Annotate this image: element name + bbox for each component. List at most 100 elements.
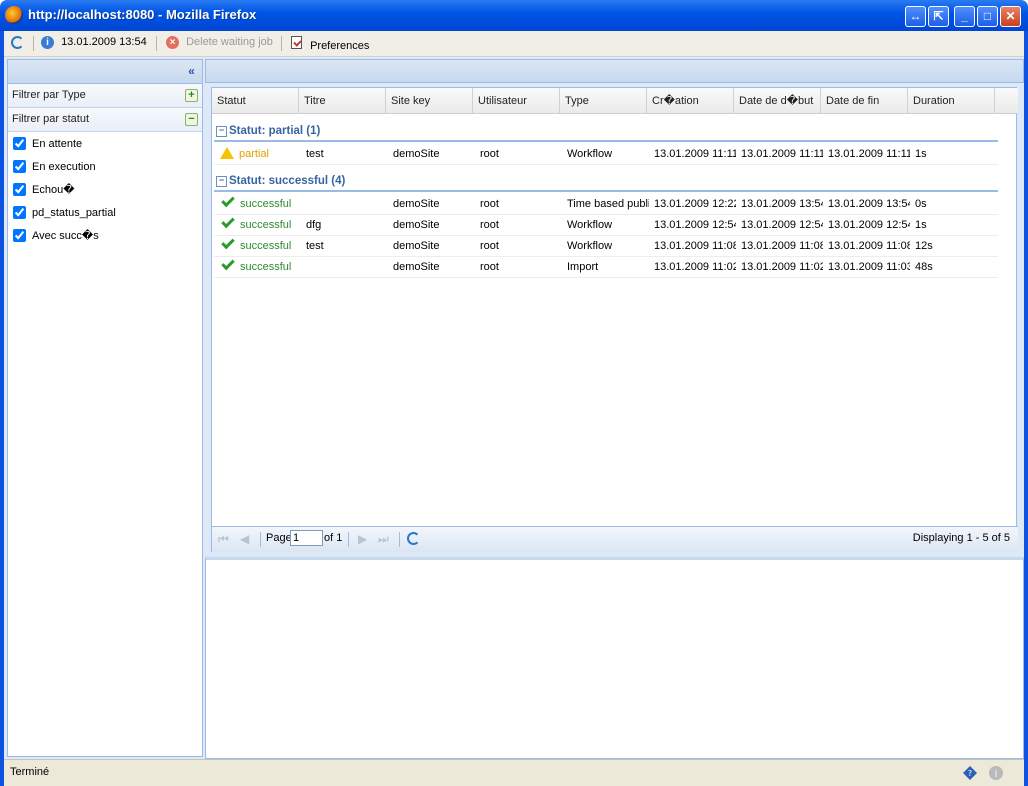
col-header-type[interactable]: Type (560, 88, 647, 114)
status-cell: successful (214, 194, 301, 215)
creation-cell: 13.01.2009 11:11 (654, 148, 736, 160)
site-cell: demoSite (393, 240, 440, 252)
status-cell: successful (214, 236, 301, 257)
status-cell: successful (214, 257, 301, 278)
filter-by-type-header[interactable]: Filtrer par Type + (8, 84, 202, 108)
paging-display-text: Displaying 1 - 5 of 5 (912, 532, 1010, 544)
close-button[interactable]: ✕ (1000, 6, 1021, 27)
window-titlebar: http://localhost:8080 - Mozilla Firefox … (0, 0, 1028, 31)
page-number-input[interactable] (290, 530, 323, 546)
svg-text:?: ? (968, 769, 972, 778)
duration-cell: 1s (915, 148, 927, 160)
status-checkbox-echoue[interactable] (13, 183, 26, 196)
browser-statusbar: Terminé ? i (4, 759, 1024, 786)
filter-panel-header: « (8, 60, 202, 84)
col-header-duration[interactable]: Duration (908, 88, 995, 114)
titre-cell (301, 194, 388, 215)
fin-cell: 13.01.2009 11:11 (828, 148, 910, 160)
status-label: Echou� (32, 184, 75, 196)
maximize-button[interactable]: □ (977, 6, 998, 27)
check-icon (221, 257, 235, 271)
info-disabled-icon: i (988, 765, 1004, 781)
status-checkbox-en-attente[interactable] (13, 137, 26, 150)
user-cell: root (480, 261, 499, 273)
group-header-successful[interactable]: Statut: successful (4) (214, 172, 998, 192)
status-cell: successful (214, 215, 301, 236)
collapse-minus-icon[interactable]: − (185, 113, 198, 126)
status-checkbox-partial[interactable] (13, 206, 26, 219)
refresh-icon (407, 532, 420, 545)
debut-cell: 13.01.2009 11:08 (741, 240, 823, 252)
firefox-icon (5, 6, 23, 24)
minimize-button[interactable]: _ (954, 6, 975, 27)
duration-cell: 12s (915, 240, 933, 252)
delete-waiting-job-button[interactable]: × Delete waiting job (166, 36, 273, 49)
first-page-icon[interactable]: ⏮ (218, 532, 229, 547)
fin-cell: 13.01.2009 13:54 (828, 198, 910, 210)
last-page-icon[interactable]: ⏭ (378, 532, 389, 547)
table-row[interactable]: successful test demoSite root Workflow 1… (214, 236, 998, 257)
status-text: successful (240, 219, 292, 231)
type-cell: Import (567, 261, 599, 273)
col-header-creation[interactable]: Cr�ation (647, 88, 734, 114)
user-cell: root (480, 198, 499, 210)
col-header-statut[interactable]: Statut (212, 88, 299, 114)
status-filter-item: En execution (8, 159, 202, 182)
col-header-site-key[interactable]: Site key (386, 88, 473, 114)
detail-panel (205, 557, 1024, 759)
preferences-button[interactable]: Preferences (291, 36, 369, 52)
status-filter-item: En attente (8, 136, 202, 159)
table-row[interactable]: successful demoSite root Import 13.01.20… (214, 257, 998, 278)
col-header-date-debut[interactable]: Date de d�but (734, 88, 821, 114)
status-label: En execution (32, 161, 96, 173)
type-cell: Workflow (567, 219, 613, 231)
table-row[interactable]: successful demoSite root Time based publ… (214, 194, 998, 215)
user-cell: root (480, 148, 499, 160)
debut-cell: 13.01.2009 11:11 (741, 148, 823, 160)
col-header-titre[interactable]: Titre (299, 88, 386, 114)
jobs-panel-header (205, 59, 1024, 83)
app-area: « Filtrer par Type + Filtrer par statut … (4, 57, 1024, 759)
status-checkbox-succes[interactable] (13, 229, 26, 242)
table-row[interactable]: partial test demoSite root Workflow 13.0… (214, 144, 998, 165)
type-cell: Workflow (567, 240, 613, 252)
status-label: En attente (32, 138, 83, 150)
status-text: successful (240, 261, 292, 273)
titre-cell: test (306, 240, 324, 252)
window-title: http://localhost:8080 - Mozilla Firefox (28, 7, 257, 22)
pager-refresh-button[interactable] (407, 532, 420, 548)
status-cell: partial (214, 144, 301, 165)
status-checkbox-en-execution[interactable] (13, 160, 26, 173)
window-restore-icon[interactable]: ⇱ (928, 6, 949, 27)
status-filter-list: En attente En execution Echou� pd_status… (8, 132, 202, 251)
collapse-left-icon[interactable]: « (184, 64, 199, 79)
refresh-button[interactable] (11, 36, 24, 52)
status-text: Terminé (10, 766, 50, 778)
next-page-icon[interactable]: ▶ (358, 532, 367, 546)
status-text: successful (240, 240, 292, 252)
expand-plus-icon[interactable]: + (185, 89, 198, 102)
cancel-icon: × (166, 36, 179, 49)
debut-cell: 13.01.2009 13:54 (741, 198, 823, 210)
filter-panel: « Filtrer par Type + Filtrer par statut … (7, 59, 203, 757)
col-header-date-fin[interactable]: Date de fin (821, 88, 908, 114)
table-row[interactable]: successful dfg demoSite root Workflow 13… (214, 215, 998, 236)
filter-by-status-header[interactable]: Filtrer par statut − (8, 108, 202, 132)
info-item[interactable]: i 13.01.2009 13:54 (41, 36, 147, 49)
window-tile-icon[interactable]: ↔ (905, 6, 926, 27)
warning-icon (220, 147, 234, 159)
app-toolbar: i 13.01.2009 13:54 × Delete waiting job … (4, 31, 1024, 57)
grid-body: Statut: partial (1) partial test demoSit… (212, 114, 1018, 526)
status-label: Avec succ�s (32, 230, 99, 242)
type-cell: Time based publication (567, 198, 649, 210)
grid-header: Statut Titre Site key Utilisateur Type C… (212, 88, 1018, 114)
diamond-icon[interactable]: ? (962, 765, 978, 781)
prev-page-icon[interactable]: ◀ (240, 532, 249, 546)
timestamp-label: 13.01.2009 13:54 (61, 36, 147, 48)
check-icon (221, 194, 235, 208)
col-header-utilisateur[interactable]: Utilisateur (473, 88, 560, 114)
group-header-partial[interactable]: Statut: partial (1) (214, 122, 998, 142)
site-cell: demoSite (393, 148, 440, 160)
status-filter-item: Echou� (8, 182, 202, 205)
jobs-grid: Statut Titre Site key Utilisateur Type C… (211, 87, 1018, 552)
